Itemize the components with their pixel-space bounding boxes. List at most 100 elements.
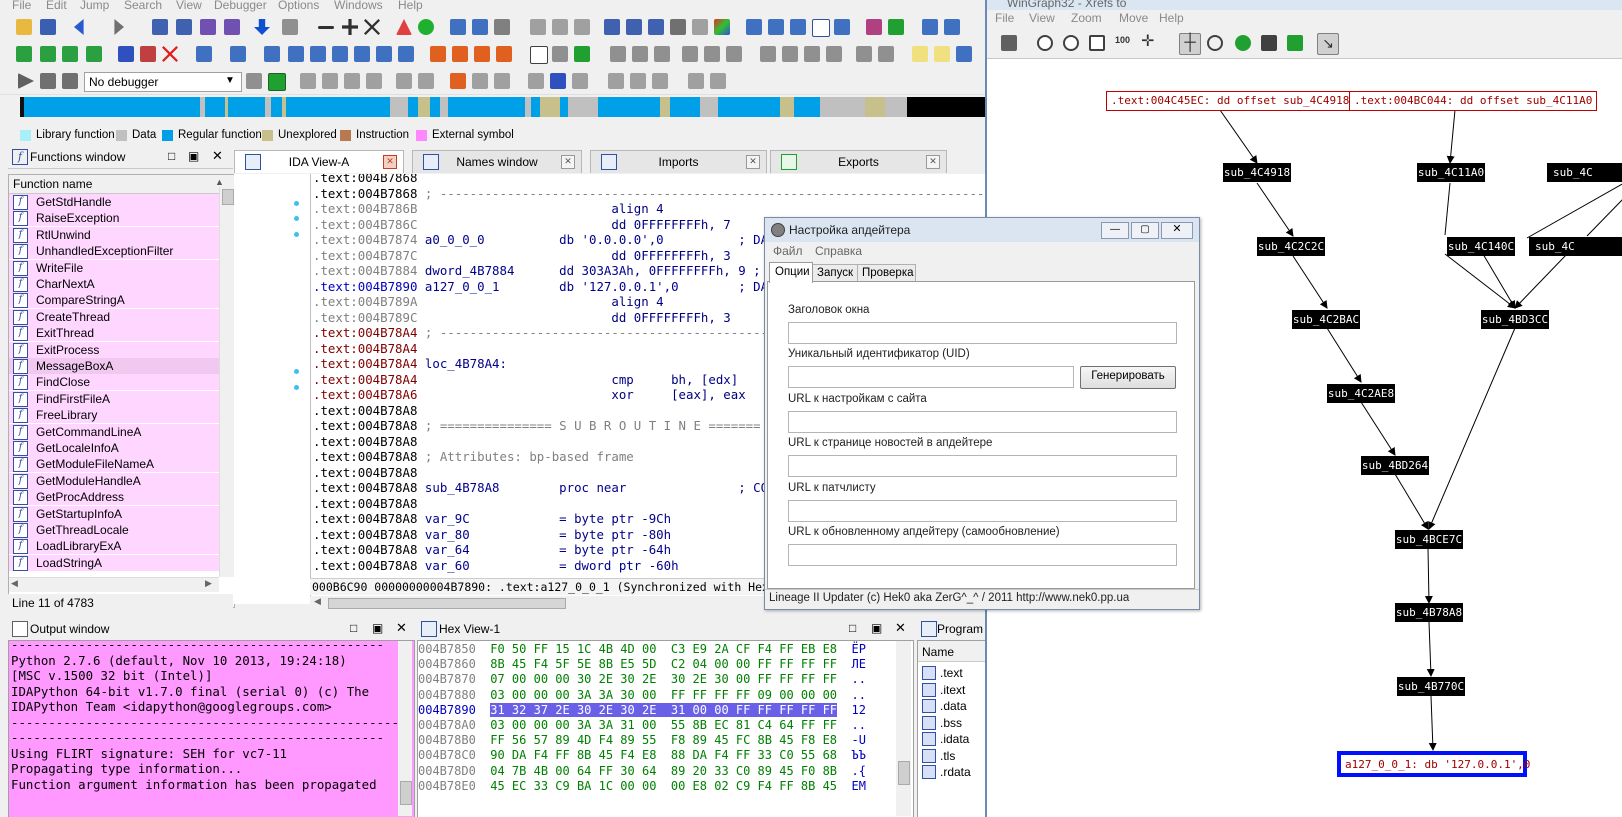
- function-row[interactable]: f UnhandledExceptionFilter: [9, 243, 219, 260]
- wg-menu-help[interactable]: Help: [1159, 11, 1184, 25]
- graph-node[interactable]: sub_4C: [1529, 237, 1622, 256]
- function-row[interactable]: f RtlUnwind: [9, 226, 219, 243]
- plus-icon[interactable]: [342, 19, 358, 35]
- menu-search[interactable]: Search: [124, 0, 162, 12]
- xrefs-to-icon[interactable]: [746, 19, 762, 35]
- news-url-field[interactable]: [788, 455, 1177, 477]
- enum-icon[interactable]: [574, 19, 590, 35]
- arrows-gutter[interactable]: [234, 174, 310, 604]
- function-jump-icon[interactable]: [574, 46, 590, 62]
- graph-node[interactable]: sub_4C2C2C: [1257, 237, 1325, 256]
- function-row[interactable]: f GetStdHandle: [9, 194, 219, 210]
- hex-row[interactable]: 004B7870 07 00 00 00 30 2E 30 2E 30 2E 3…: [418, 672, 866, 687]
- trace-icon[interactable]: [804, 46, 820, 62]
- trace-instr-icon[interactable]: [550, 73, 566, 89]
- function-row[interactable]: f CreateThread: [9, 308, 219, 325]
- maximize-icon[interactable]: ▢: [1131, 222, 1159, 239]
- bookmark-icon[interactable]: [934, 46, 950, 62]
- relayout-icon[interactable]: [1287, 35, 1303, 51]
- graph-node[interactable]: sub_4B78A8: [1395, 603, 1463, 622]
- disasm-line[interactable]: .text:004B7868 ; -----------------------…: [313, 186, 999, 201]
- disasm-line[interactable]: .text:004B78A4 cmp bh, [edx]: [313, 372, 738, 387]
- function-row[interactable]: f FreeLibrary: [9, 407, 219, 424]
- graph-node[interactable]: sub_4BCE7C: [1395, 530, 1463, 549]
- self-update-url-field[interactable]: [788, 544, 1177, 566]
- scroll-right-icon[interactable]: ▶: [205, 578, 212, 589]
- function-row[interactable]: f RaiseException: [9, 210, 219, 227]
- move-icon[interactable]: ┼: [1179, 33, 1201, 55]
- hex-vscroll-thumb[interactable]: [898, 761, 910, 785]
- threads-view-icon[interactable]: [688, 73, 704, 89]
- tab-ida-view-a[interactable]: IDA View-A ✕: [234, 150, 404, 173]
- disasm-line[interactable]: .text:004B78A4 loc_4B78A4: ; DA: [313, 356, 798, 371]
- run-to-cursor-icon[interactable]: [366, 73, 382, 89]
- functions-vscroll-thumb[interactable]: [222, 189, 234, 205]
- disasm-line[interactable]: .text:004B78A8 var_9C = byte ptr -9Ch: [313, 511, 671, 526]
- disasm-line[interactable]: .text:004B78A8: [313, 403, 417, 418]
- bug-icon[interactable]: [494, 19, 510, 35]
- check-icon[interactable]: [888, 19, 904, 35]
- create-function-icon[interactable]: [16, 46, 32, 62]
- dialog-menu-file[interactable]: Файл: [773, 244, 803, 258]
- disasm-line[interactable]: .text:004B78A8 var_80 = byte ptr -80h: [313, 527, 671, 542]
- array-icon[interactable]: [288, 46, 304, 62]
- menu-windows[interactable]: Windows: [334, 0, 383, 12]
- disasm-line[interactable]: .text:004B787C dd 0FFFFFFFFh, 3: [313, 248, 731, 263]
- graph-node[interactable]: sub_4BD264: [1361, 456, 1429, 475]
- segments-icon[interactable]: [604, 19, 620, 35]
- center-icon[interactable]: ✛: [1141, 34, 1157, 51]
- function-row[interactable]: f GetProcAddress: [9, 489, 219, 506]
- output-vscrollbar[interactable]: [398, 641, 412, 816]
- disasm-line[interactable]: .text:004B78A8 sub_4B78A8 proc near ; CO: [313, 480, 768, 495]
- menu-help[interactable]: Help: [398, 0, 423, 12]
- edit-icon[interactable]: [866, 19, 882, 35]
- stack-icon[interactable]: [140, 46, 156, 62]
- function-row[interactable]: f ExitProcess: [9, 341, 219, 358]
- trace-func-icon[interactable]: [572, 73, 588, 89]
- function-row[interactable]: f GetThreadLocale: [9, 522, 219, 538]
- structure-icon[interactable]: [552, 19, 568, 35]
- proximity-view-icon[interactable]: [472, 19, 488, 35]
- xrefs-from-icon[interactable]: [768, 19, 784, 35]
- tab-launch[interactable]: Запуск: [812, 264, 858, 282]
- layout-icon[interactable]: [1261, 35, 1277, 51]
- function-row[interactable]: f GetModuleHandleA: [9, 472, 219, 489]
- pause-icon[interactable]: [40, 73, 56, 89]
- delete-function-icon[interactable]: [162, 46, 178, 62]
- disasm-line[interactable]: .text:004B7874 a0_0_0_0 db '0.0.0.0',0 ;…: [313, 232, 768, 247]
- function-row[interactable]: f GetLocaleInfoA: [9, 440, 219, 456]
- hex-row[interactable]: 004B7860 8B 45 F4 5F 5E 8B E5 5D C2 04 0…: [418, 657, 866, 672]
- function-calls-icon[interactable]: [812, 19, 830, 37]
- function-row[interactable]: f MessageBoxA: [9, 358, 219, 374]
- step-over-icon[interactable]: [704, 46, 720, 62]
- tab-names-window[interactable]: Names window ✕: [412, 150, 582, 173]
- disasm-line[interactable]: .text:004B78A8 var_60 = dword ptr -60h: [313, 558, 679, 573]
- zoom-100-icon[interactable]: 100: [1115, 35, 1131, 51]
- tab-check[interactable]: Проверка: [857, 264, 916, 282]
- menu-debugger[interactable]: Debugger: [214, 0, 267, 12]
- window-title-field[interactable]: [788, 322, 1177, 344]
- function-row[interactable]: f GetCommandLineA: [9, 423, 219, 440]
- step-into-gray-icon[interactable]: [300, 73, 316, 89]
- text-view-icon[interactable]: [922, 19, 938, 35]
- graph-node[interactable]: sub_4C4918: [1223, 163, 1291, 182]
- modules-view-icon[interactable]: [652, 73, 668, 89]
- stack-view-icon[interactable]: [608, 73, 624, 89]
- functions-column-header[interactable]: Function name ▲: [9, 175, 234, 194]
- debugger-options-icon[interactable]: [268, 73, 286, 91]
- register-view-icon[interactable]: [630, 73, 646, 89]
- wg-menu-file[interactable]: File: [995, 11, 1014, 25]
- functions-hscrollbar[interactable]: ◀ ▶: [9, 577, 219, 592]
- menu-options[interactable]: Options: [278, 0, 319, 12]
- hex-row[interactable]: 004B78D0 04 7B 4B 00 64 FF 30 64 89 20 3…: [418, 764, 866, 779]
- disasm-line[interactable]: .text:004B786B align 4: [313, 201, 664, 216]
- menu-jump[interactable]: Jump: [80, 0, 109, 12]
- disasm-line[interactable]: .text:004B789C dd 0FFFFFFFFh, 3: [313, 310, 731, 325]
- print-icon[interactable]: [670, 19, 686, 35]
- remove-chunk-icon[interactable]: [86, 46, 102, 62]
- flowchart-icon[interactable]: [834, 19, 850, 35]
- string-icon[interactable]: [264, 46, 280, 62]
- disasm-line[interactable]: .text:004B786C dd 0FFFFFFFFh, 7: [313, 217, 731, 232]
- layout-icon[interactable]: [956, 46, 972, 62]
- calculator-icon[interactable]: [944, 19, 960, 35]
